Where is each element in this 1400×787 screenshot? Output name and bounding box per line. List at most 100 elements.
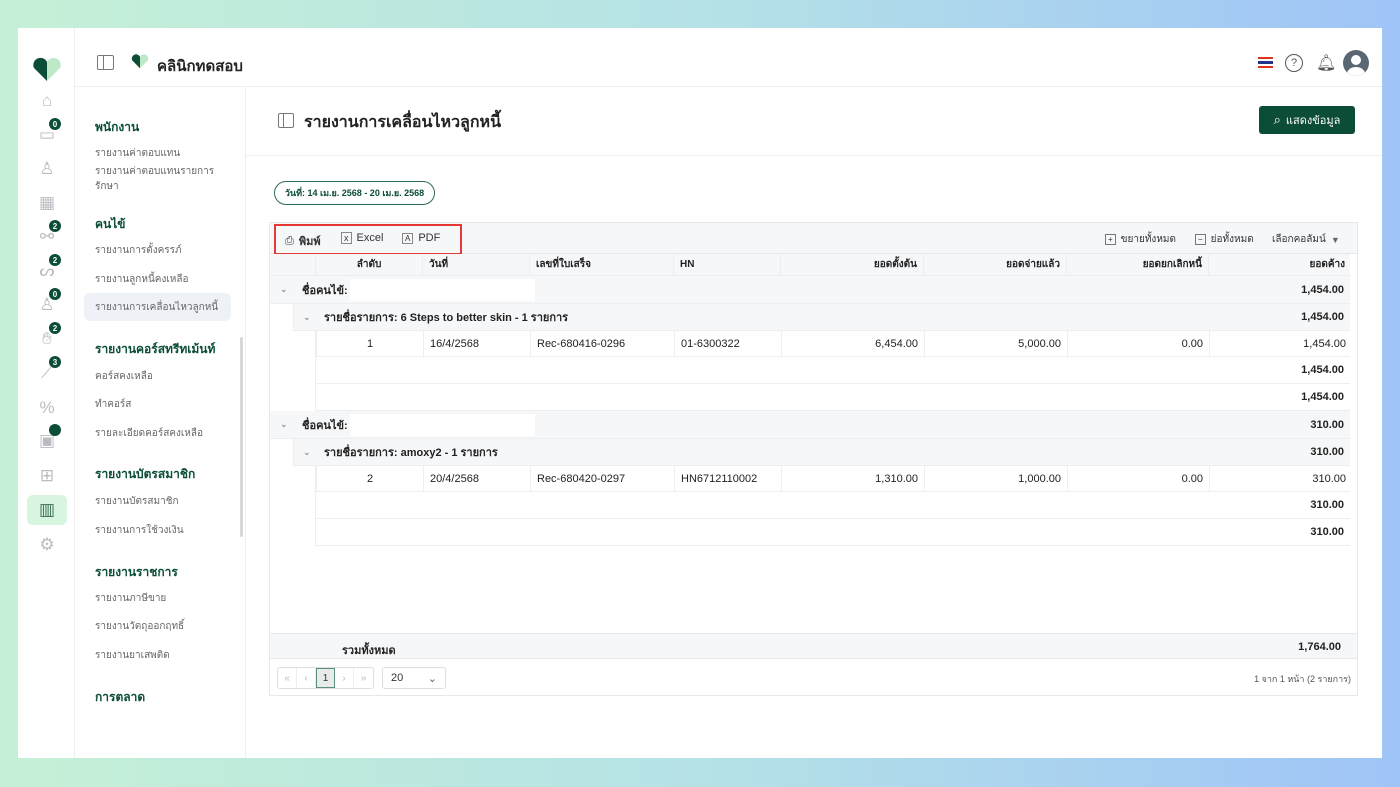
redacted-patient-name [349,278,535,301]
choose-columns-label: เลือกคอลัมน์ [1272,234,1326,245]
expand-all-button[interactable]: + ขยายทั้งหมด [1105,232,1176,247]
item-group-row: ⌄ รายชื่อรายการ: 6 Steps to better skin -… [293,304,1350,331]
collapse-all-button[interactable]: − ย่อทั้งหมด [1195,232,1254,247]
table-cell: 2 [316,466,423,491]
sidebar-item[interactable]: รายละเอียดคอร์สคงเหลือ [95,426,225,441]
count-badge: 0 [49,118,61,130]
clinic-logo-icon [131,54,149,69]
grand-total-value: 1,764.00 [1298,641,1341,653]
sidebar-section-title: รายงานบัตรสมาชิก [95,467,196,481]
sidebar-item[interactable]: รายงานวัตถุออกฤทธิ์ [95,619,225,634]
table-cell: 0.00 [1067,331,1209,356]
subtotal-row: 310.00 [315,492,1350,519]
item-group-total: 1,454.00 [1301,311,1344,323]
count-badge: 0 [49,288,61,300]
logo-icon [33,57,61,81]
top-bar: คลินิกทดสอบ ? 🔔︎ [75,28,1382,87]
rail-item-home[interactable]: ⌂ [27,86,67,116]
rail-item-grid[interactable]: ⊞ [27,461,67,491]
rail-item-settings[interactable]: ⚙ [27,530,67,560]
report-icon [278,113,294,128]
rail-item-syringe[interactable]: ⟋ 3 [27,356,67,388]
sidebar-item[interactable]: รายงานลูกหนี้คงเหลือ [95,272,225,287]
report-chart-icon: ▥ [38,500,56,519]
table-cell: 01-6300322 [674,331,781,356]
subtotal-row: 1,454.00 [315,357,1350,384]
sidebar-item[interactable]: รายงานค่าตอบแทนรายการรักษา [95,164,225,194]
help-icon[interactable]: ? [1285,54,1303,72]
next-page-button[interactable]: › [335,668,354,688]
chevron-down-icon: ⌄ [303,311,311,322]
column-header: ลำดับ [315,254,422,275]
rail-item-hand-money[interactable]: ✋︎ 2 [27,322,67,354]
home-icon: ⌂ [41,91,53,110]
show-data-button[interactable]: ⌕ แสดงข้อมูล [1259,106,1355,134]
page-size-select[interactable]: 20 ⌄ [382,667,446,689]
table-cell: 5,000.00 [924,331,1067,356]
rail-item-percent[interactable]: % [27,393,67,423]
group-total: 310.00 [1310,418,1344,431]
rail-item-stethoscope[interactable]: ᔕ2 [27,254,67,286]
group-total-row: 1,454.00 [315,384,1350,411]
rail-item-box[interactable]: ▣ [27,424,67,456]
date-range-pill[interactable]: วันที่: 14 เม.ย. 2568 - 20 เม.ย. 2568 [274,181,435,205]
sidebar-section-title: รายงานราชการ [95,565,178,579]
chevron-down-icon: ⌄ [280,419,288,429]
sidebar-item[interactable]: ทำคอร์ส [95,397,225,412]
last-page-button[interactable]: » [354,668,373,688]
rail-item-user[interactable]: ♙ [27,154,67,184]
current-page-button[interactable]: 1 [316,668,335,688]
table-cell: Rec-680420-0297 [530,466,674,491]
page-size-value: 20 [391,672,404,684]
thai-flag-icon[interactable] [1258,57,1273,68]
column-header: ยอดยกเลิกหนี้ [1066,254,1208,275]
patient-label: ชื่อคนไข้: [302,276,535,303]
rail-item-wallet[interactable]: ▭ 0 [27,118,67,150]
group-total-value: 310.00 [1310,526,1344,538]
rail-item-dumbbell[interactable]: ⚯ 2 [27,220,67,252]
avatar[interactable] [1343,50,1369,76]
rail-item-calendar[interactable]: ▦ [27,188,67,218]
column-header: เลขที่ใบเสร็จ [529,254,673,275]
calendar-icon: ▦ [38,193,56,212]
table-header-row: ลำดับ วันที่ เลขที่ใบเสร็จ HN ยอดตั้งต้น ยอดจ… [270,254,1350,276]
rail-item-report-chart[interactable]: ▥ [27,495,67,525]
user-icon: ♙ [39,159,55,178]
redacted-patient-name [349,413,535,436]
pager: « ‹ 1 › » [277,667,374,689]
group-total-value: 1,454.00 [1301,391,1344,403]
grand-total-row: รวมทั้งหมด 1,764.00 [270,633,1357,659]
count-badge: 2 [49,254,61,266]
rail-item-doctor[interactable]: ♙ 0 [27,288,67,320]
collapse-all-label: ย่อทั้งหมด [1210,234,1254,245]
sidebar-item[interactable]: คอร์สคงเหลือ [95,369,225,384]
table-cell: 1,454.00 [1209,331,1352,356]
sidebar-item[interactable]: รายงานการตั้งครรภ์ [95,243,225,258]
clinic-name: คลินิกทดสอบ [157,58,243,75]
table-cell: 0.00 [1067,466,1209,491]
sidebar-toggle-icon[interactable] [97,55,114,70]
divider [246,155,1382,156]
bell-icon[interactable]: 🔔︎ [1316,53,1336,73]
sidebar-item[interactable]: รายงานภาษีขาย [95,591,225,606]
first-page-button[interactable]: « [278,668,297,688]
percent-icon: % [39,398,55,417]
prev-page-button[interactable]: ‹ [297,668,316,688]
sidebar-item[interactable]: รายงานบัตรสมาชิก [95,494,225,509]
sidebar-item[interactable]: รายงานค่าตอบแทน [95,146,225,161]
item-group-row: ⌄ รายชื่อรายการ: amoxy2 - 1 รายการ 310.00 [293,439,1350,466]
table-cell: 16/4/2568 [423,331,530,356]
patient-group-row: ⌄ ชื่อคนไข้: 310.00 [270,411,1350,439]
choose-columns-dropdown[interactable]: เลือกคอลัมน์ ▼ [1272,232,1340,247]
patient-label-text: ชื่อคนไข้: [302,284,348,297]
pagination-summary: 1 จาก 1 หน้า (2 รายการ) [1254,674,1351,684]
report-sidebar: พนักงาน รายงานค่าตอบแทน รายงานค่าตอบแทนราย… [75,87,246,758]
patient-label: ชื่อคนไข้: [302,411,535,438]
sidebar-item[interactable]: รายงานการใช้วงเงิน [95,523,225,538]
sidebar-item[interactable]: รายงานยาเสพติด [95,648,225,663]
sidebar-scrollbar[interactable] [240,337,243,537]
table-cell: 1,310.00 [781,466,924,491]
sidebar-item[interactable]: รายงานการเคลื่อนไหวลูกหนี้ [84,293,231,321]
settings-icon: ⚙ [39,535,55,554]
column-header: วันที่ [422,254,529,275]
